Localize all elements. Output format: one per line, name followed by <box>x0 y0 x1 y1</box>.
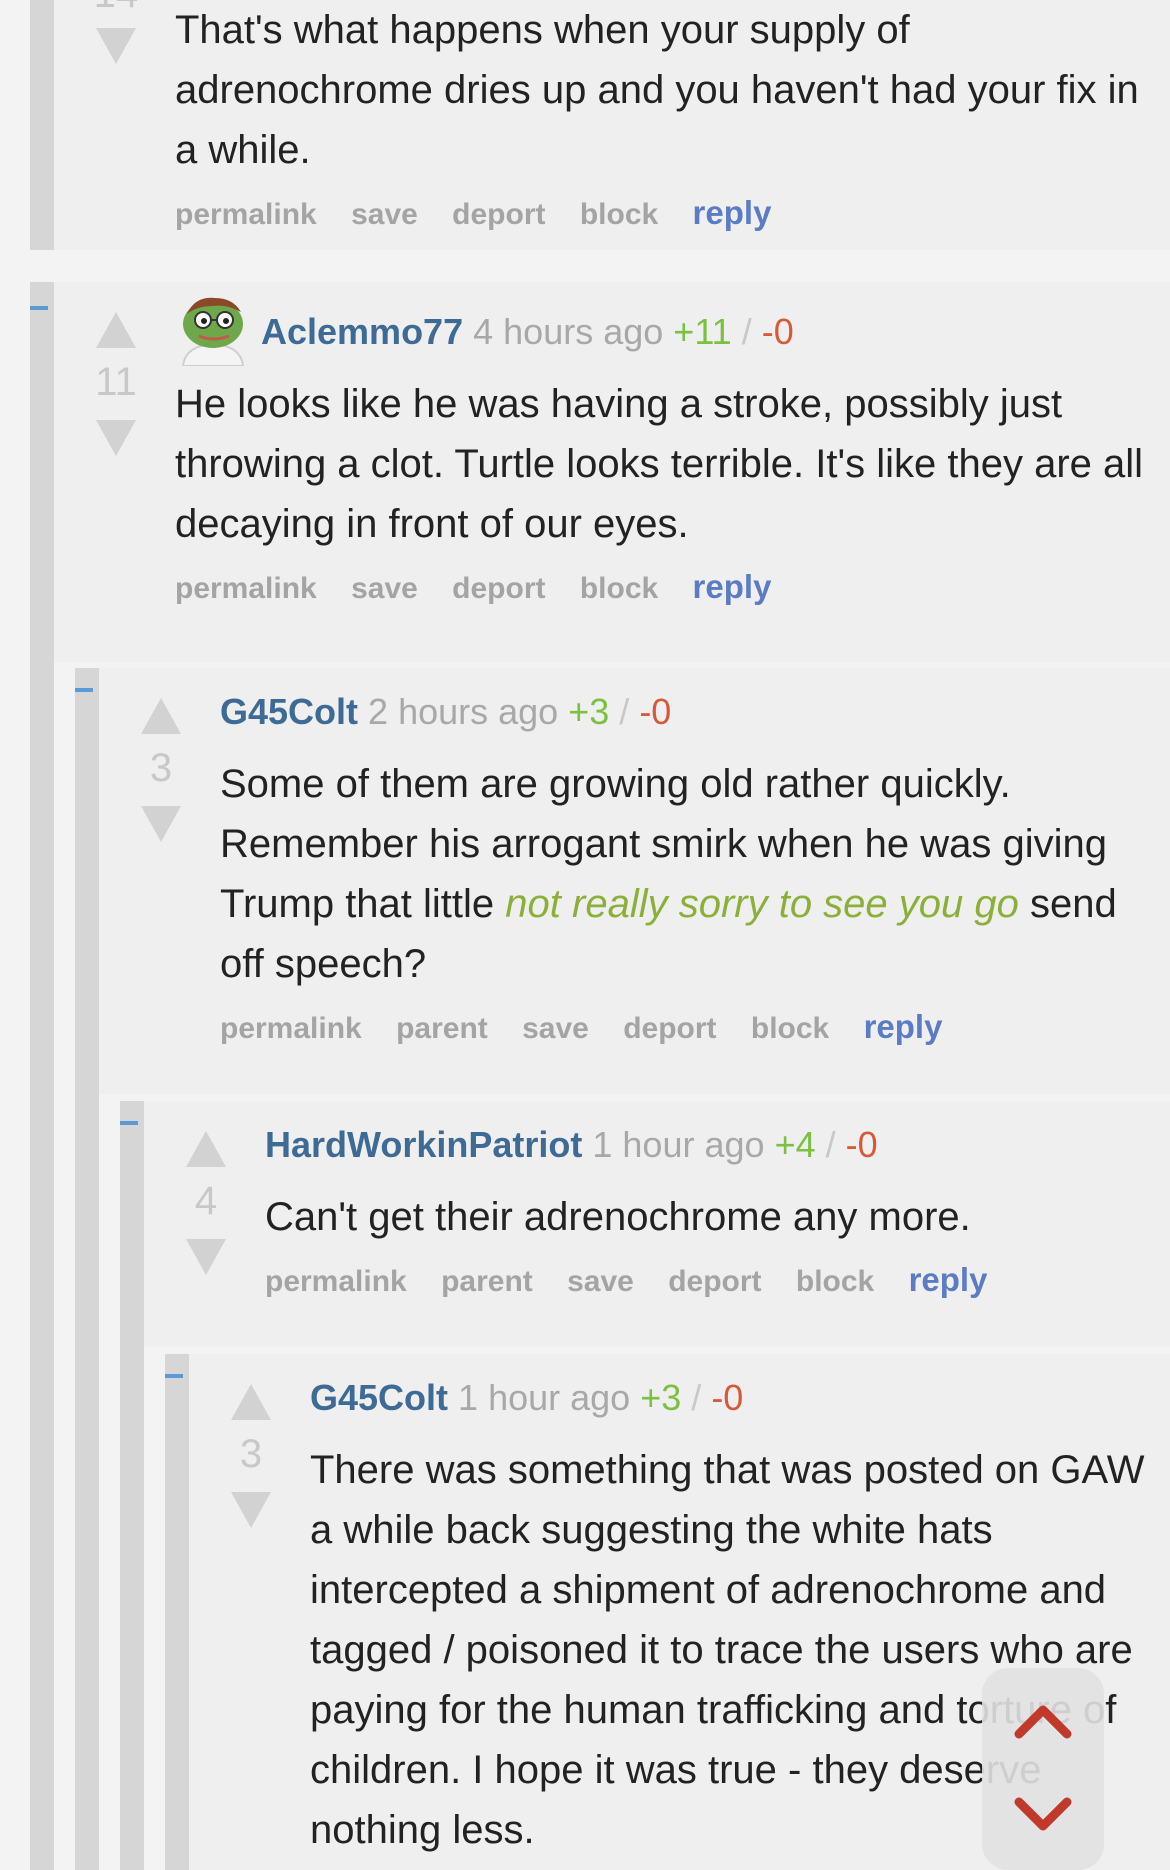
thread-bar-level-3 <box>120 1101 144 1870</box>
comment-body: Some of them are growing old rather quic… <box>220 754 1155 994</box>
deport-link[interactable]: deport <box>668 1265 761 1298</box>
block-link[interactable]: block <box>751 1012 829 1045</box>
deport-link[interactable]: deport <box>452 198 545 231</box>
comment-1: That's what happens when your supply of … <box>175 0 1155 232</box>
upvote-arrow-icon[interactable] <box>231 1384 271 1420</box>
upvote-arrow-icon[interactable] <box>96 312 136 348</box>
username-link[interactable]: Aclemmo77 <box>261 311 463 352</box>
comment-body: That's what happens when your supply of … <box>175 8 1139 172</box>
parent-link[interactable]: parent <box>441 1265 533 1298</box>
comment-actions: permalink parent save deport block reply <box>220 1008 1155 1046</box>
chevron-up-icon[interactable] <box>1013 1690 1073 1750</box>
chevron-down-icon[interactable] <box>1013 1786 1073 1846</box>
deport-link[interactable]: deport <box>623 1012 716 1045</box>
downvote-count: -0 <box>711 1377 744 1418</box>
reply-link[interactable]: reply <box>909 1261 988 1298</box>
scroll-widget <box>982 1668 1104 1870</box>
score: 3 <box>149 746 173 790</box>
permalink-link[interactable]: permalink <box>175 198 317 231</box>
vote-control: 14 <box>86 0 146 64</box>
collapse-toggle-icon[interactable] <box>30 306 48 310</box>
vote-separator: / <box>691 1377 702 1418</box>
upvote-count: +11 <box>673 311 732 352</box>
comment-actions: permalink parent save deport block reply <box>265 1261 1155 1299</box>
vote-control: 3 <box>221 1384 281 1528</box>
collapse-toggle-icon[interactable] <box>120 1121 138 1125</box>
username-link[interactable]: G45Colt <box>220 691 358 732</box>
downvote-arrow-icon[interactable] <box>231 1492 271 1528</box>
username-link[interactable]: G45Colt <box>310 1377 448 1418</box>
comment-header: Aclemmo77 4 hours ago +11 / -0 <box>175 290 1155 366</box>
reply-link[interactable]: reply <box>693 194 772 231</box>
upvote-arrow-icon[interactable] <box>141 698 181 734</box>
block-link[interactable]: block <box>796 1265 874 1298</box>
frog-avatar-icon <box>181 297 245 366</box>
upvote-count: +3 <box>568 691 610 732</box>
score: 3 <box>239 1432 263 1476</box>
comment-body: He looks like he was having a stroke, po… <box>175 382 1144 546</box>
score: 4 <box>194 1179 218 1223</box>
thread-bar-level-2 <box>75 668 99 1870</box>
block-link[interactable]: block <box>580 198 658 231</box>
thread-bar-level-4 <box>165 1354 189 1870</box>
comment-actions: permalink save deport block reply <box>175 194 1155 232</box>
thread-bar-level-0 <box>30 0 54 250</box>
save-link[interactable]: save <box>351 198 418 231</box>
comment-body: Can't get their adrenochrome any more. <box>265 1195 971 1239</box>
comment-header: G45Colt 2 hours ago +3 / -0 <box>220 690 1155 734</box>
comment-4: HardWorkinPatriot 1 hour ago +4 / -0 Can… <box>265 1123 1155 1299</box>
save-link[interactable]: save <box>522 1012 589 1045</box>
comment-header: HardWorkinPatriot 1 hour ago +4 / -0 <box>265 1123 1155 1167</box>
reply-link[interactable]: reply <box>693 568 772 605</box>
timestamp: 1 hour ago <box>592 1124 765 1165</box>
downvote-arrow-icon[interactable] <box>186 1239 226 1275</box>
vote-control: 3 <box>131 698 191 842</box>
upvote-count: +3 <box>640 1377 682 1418</box>
username-link[interactable]: HardWorkinPatriot <box>265 1124 582 1165</box>
timestamp: 4 hours ago <box>473 311 664 352</box>
block-link[interactable]: block <box>580 572 658 605</box>
deport-link[interactable]: deport <box>452 572 545 605</box>
downvote-count: -0 <box>761 311 794 352</box>
vote-separator: / <box>825 1124 836 1165</box>
collapse-toggle-icon[interactable] <box>165 1374 183 1378</box>
timestamp: 1 hour ago <box>458 1377 631 1418</box>
reply-link[interactable]: reply <box>864 1008 943 1045</box>
save-link[interactable]: save <box>351 572 418 605</box>
downvote-count: -0 <box>639 691 672 732</box>
collapse-toggle-icon[interactable] <box>75 688 93 692</box>
score: 11 <box>95 360 137 404</box>
vote-control: 11 <box>86 312 146 456</box>
comment-actions: permalink save deport block reply <box>175 568 1155 606</box>
downvote-arrow-icon[interactable] <box>96 420 136 456</box>
parent-link[interactable]: parent <box>396 1012 488 1045</box>
upvote-arrow-icon[interactable] <box>186 1131 226 1167</box>
score: 14 <box>86 0 146 18</box>
save-link[interactable]: save <box>567 1265 634 1298</box>
vote-separator: / <box>619 691 630 732</box>
downvote-count: -0 <box>845 1124 878 1165</box>
downvote-arrow-icon[interactable] <box>96 28 136 64</box>
quoted-greentext: not really sorry to see you go <box>505 882 1019 926</box>
downvote-arrow-icon[interactable] <box>141 806 181 842</box>
permalink-link[interactable]: permalink <box>175 572 317 605</box>
thread-bar-level-1 <box>30 282 54 1870</box>
vote-control: 4 <box>176 1131 236 1275</box>
comment-3: G45Colt 2 hours ago +3 / -0 Some of them… <box>220 690 1155 1046</box>
upvote-count: +4 <box>774 1124 816 1165</box>
vote-separator: / <box>741 311 752 352</box>
comment-2: Aclemmo77 4 hours ago +11 / -0 He looks … <box>175 290 1155 606</box>
permalink-link[interactable]: permalink <box>265 1265 407 1298</box>
permalink-link[interactable]: permalink <box>220 1012 362 1045</box>
comment-header: G45Colt 1 hour ago +3 / -0 <box>310 1376 1155 1420</box>
timestamp: 2 hours ago <box>368 691 559 732</box>
